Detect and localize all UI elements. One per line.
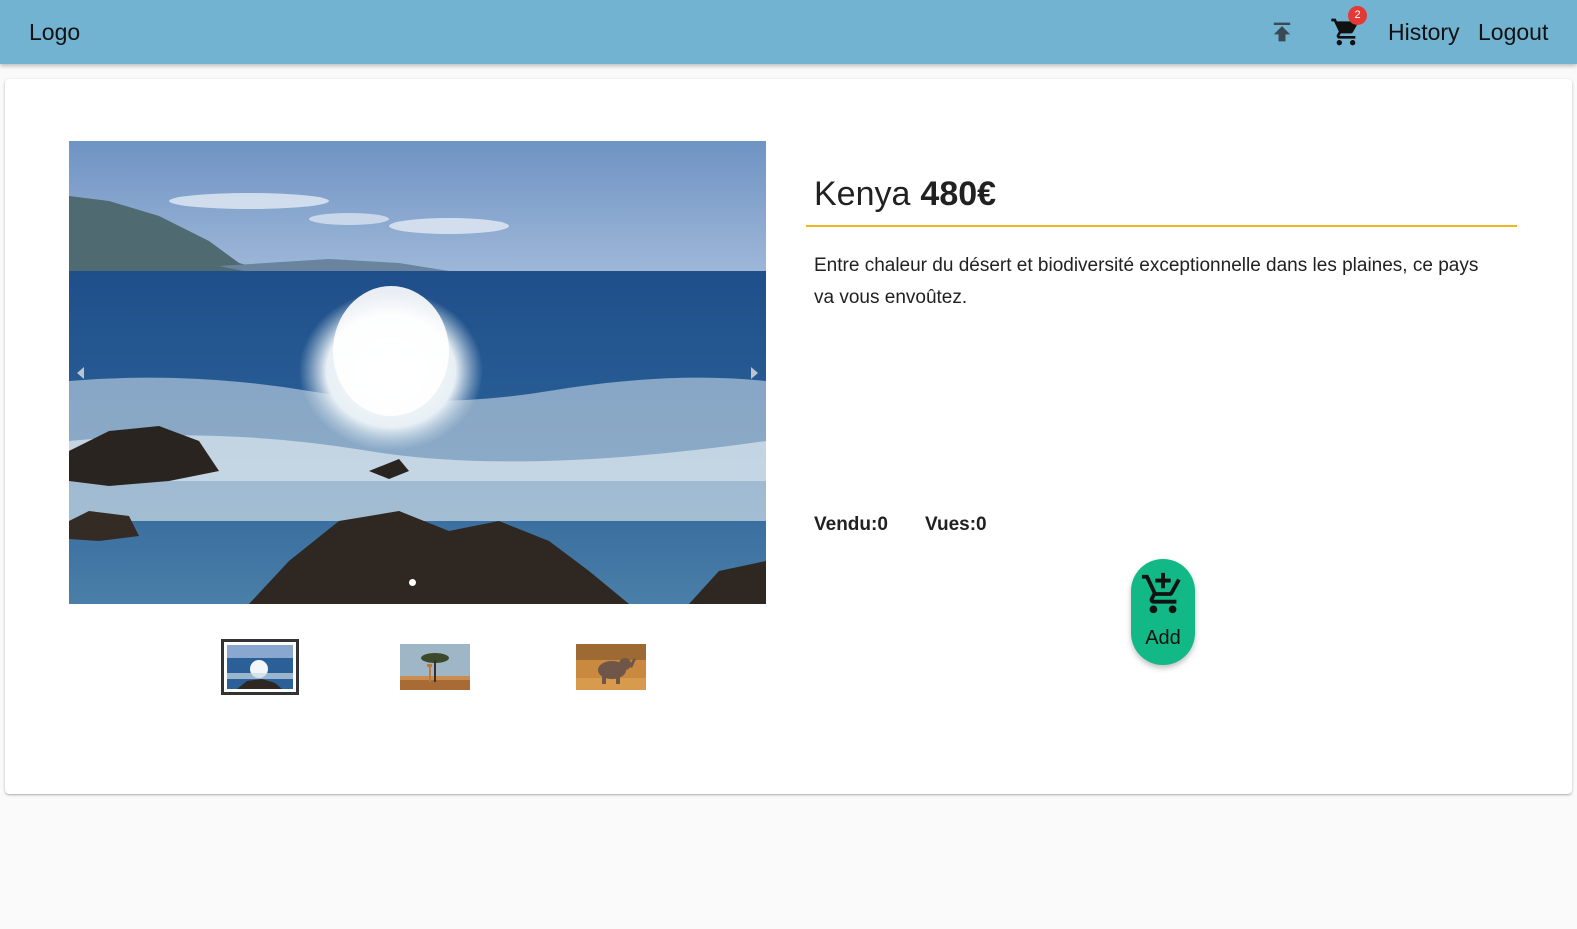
add-button-label: Add bbox=[1145, 627, 1181, 649]
add-to-cart-button[interactable]: Add bbox=[1131, 559, 1195, 665]
add-shopping-cart-icon bbox=[1141, 572, 1181, 614]
history-link[interactable]: History bbox=[1388, 19, 1460, 46]
carousel-dot[interactable] bbox=[409, 579, 416, 586]
product-description: Entre chaleur du désert et biodiversité … bbox=[814, 255, 1479, 308]
logo[interactable]: Logo bbox=[29, 19, 80, 46]
thumbnail-giraffe[interactable] bbox=[400, 644, 470, 690]
views-count: Vues:0 bbox=[925, 514, 987, 535]
carousel-next-arrow-icon[interactable] bbox=[744, 363, 764, 383]
cart-count-badge: 2 bbox=[1348, 6, 1367, 25]
title-divider bbox=[806, 225, 1517, 227]
sold-count: Vendu:0 bbox=[814, 514, 888, 535]
product-price: 480€ bbox=[920, 175, 997, 213]
app-bar: Logo 2 History Logout bbox=[0, 0, 1577, 64]
carousel-prev-arrow-icon[interactable] bbox=[71, 363, 91, 383]
logout-link[interactable]: Logout bbox=[1478, 19, 1548, 46]
thumbnail-elephant[interactable] bbox=[576, 644, 646, 690]
upload-icon[interactable] bbox=[1268, 18, 1296, 46]
main-image-ocean-wave bbox=[69, 141, 766, 604]
thumbnail-ocean-wave[interactable] bbox=[221, 639, 299, 695]
product-name: Kenya bbox=[814, 175, 911, 213]
product-title: Kenya 480€ bbox=[814, 175, 996, 214]
